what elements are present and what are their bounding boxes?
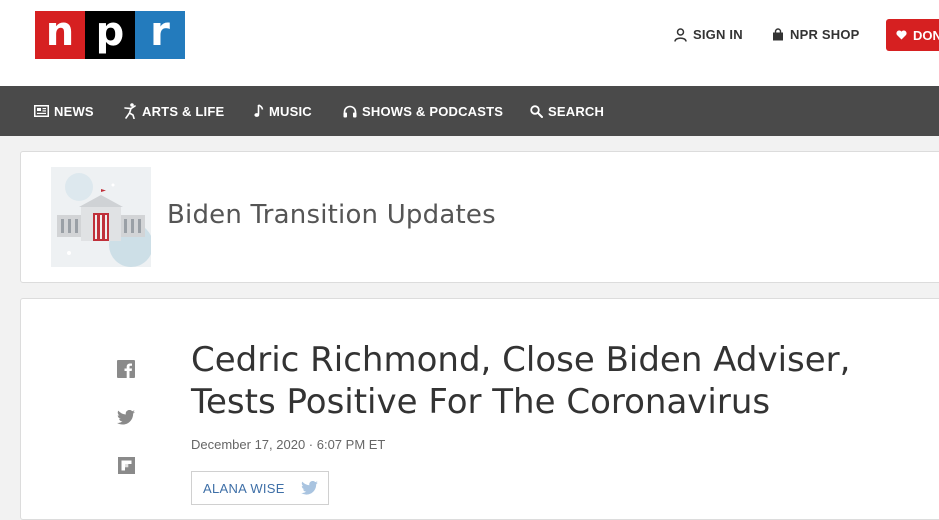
donate-label: DON xyxy=(913,27,939,43)
main-nav: NEWS ARTS & LIFE MUSIC SHOWS & PODCASTS … xyxy=(0,86,939,136)
twitter-icon xyxy=(117,409,135,425)
white-house-illustration-icon xyxy=(51,167,151,267)
nav-item-arts-life[interactable]: ARTS & LIFE xyxy=(124,86,224,136)
user-icon xyxy=(674,27,687,42)
search-icon xyxy=(530,104,543,118)
sign-in-link[interactable]: SIGN IN xyxy=(674,27,743,42)
npr-shop-label: NPR SHOP xyxy=(790,27,860,42)
nav-search-label: SEARCH xyxy=(548,103,605,119)
nav-item-shows-podcasts[interactable]: SHOWS & PODCASTS xyxy=(343,86,503,136)
article-date: December 17, 2020 · 6:07 PM ET xyxy=(191,437,386,452)
flipboard-icon xyxy=(117,456,135,474)
share-flipboard-button[interactable] xyxy=(116,455,136,475)
npr-logo[interactable]: n p r xyxy=(35,11,185,59)
nav-item-music[interactable]: MUSIC xyxy=(254,86,312,136)
dancer-icon xyxy=(124,103,136,119)
sign-in-label: SIGN IN xyxy=(693,27,743,42)
nav-item-search[interactable]: SEARCH xyxy=(530,86,604,136)
news-icon xyxy=(34,105,49,117)
donate-button[interactable]: DON xyxy=(886,19,939,51)
series-card[interactable]: Biden Transition Updates xyxy=(20,151,939,283)
article-card: Cedric Richmond, Close Biden Adviser, Te… xyxy=(20,298,939,520)
facebook-icon xyxy=(117,360,135,378)
share-facebook-button[interactable] xyxy=(116,359,136,379)
logo-letter-n: n xyxy=(35,11,85,59)
site-header: n p r SIGN IN NPR SHOP DON xyxy=(0,0,939,86)
nav-arts-label: ARTS & LIFE xyxy=(142,103,225,119)
author-name[interactable]: ALANA WISE xyxy=(203,481,285,496)
twitter-icon[interactable] xyxy=(300,481,318,495)
series-thumbnail[interactable] xyxy=(51,167,151,267)
nav-music-label: MUSIC xyxy=(269,103,312,119)
music-note-icon xyxy=(254,104,264,117)
nav-shows-label: SHOWS & PODCASTS xyxy=(362,103,504,119)
bag-icon xyxy=(773,28,783,41)
nav-item-news[interactable]: NEWS xyxy=(34,86,94,136)
nav-news-label: NEWS xyxy=(54,103,94,119)
logo-letter-p: p xyxy=(85,11,135,59)
logo-letter-r: r xyxy=(135,11,185,59)
article-headline: Cedric Richmond, Close Biden Adviser, Te… xyxy=(191,340,851,422)
headphones-icon xyxy=(343,105,357,117)
heart-icon xyxy=(896,30,907,40)
npr-shop-link[interactable]: NPR SHOP xyxy=(772,27,860,42)
series-title[interactable]: Biden Transition Updates xyxy=(167,200,496,230)
share-twitter-button[interactable] xyxy=(116,407,136,427)
